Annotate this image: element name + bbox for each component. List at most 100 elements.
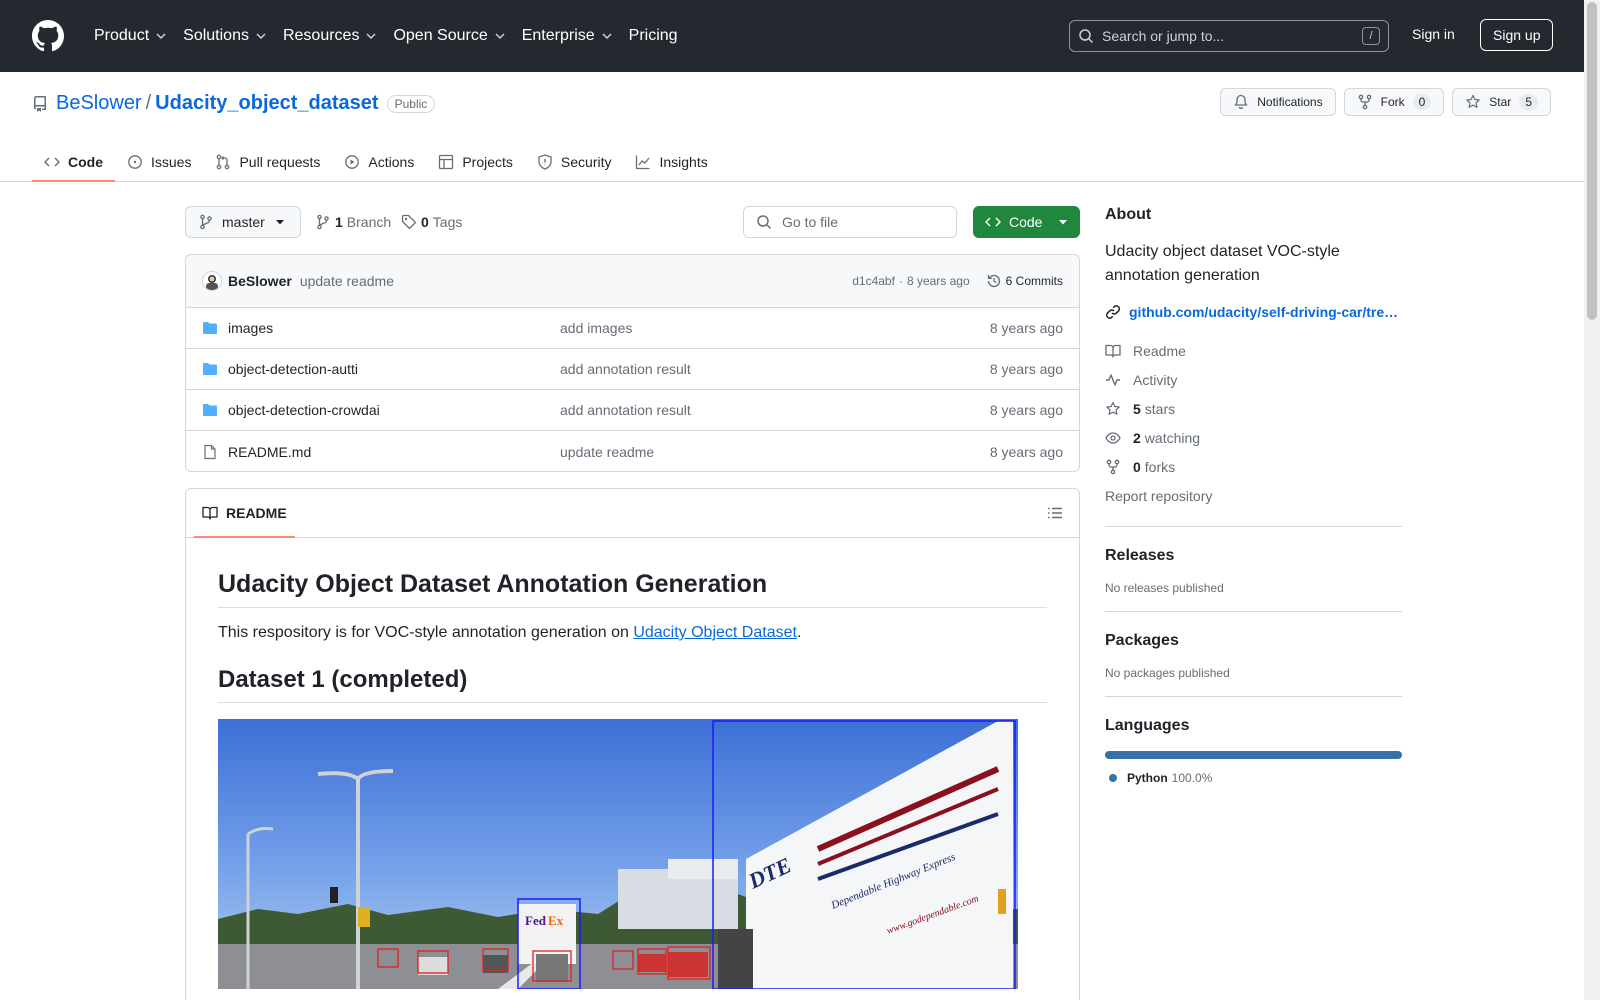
- table-row[interactable]: object-detection-crowdai add annotation r…: [186, 390, 1079, 431]
- sidebar-forks-link[interactable]: 0 forks: [1105, 452, 1402, 481]
- file-list: images add images 8 years ago object-detect…: [186, 308, 1079, 471]
- tab-projects[interactable]: Projects: [426, 142, 525, 182]
- language-name: Python: [1127, 771, 1168, 785]
- file-icon: [204, 444, 216, 459]
- repo-icon: [34, 95, 46, 112]
- udacity-dataset-link[interactable]: Udacity Object Dataset: [633, 624, 797, 641]
- bell-icon: [1234, 94, 1248, 110]
- branches-link[interactable]: 1 Branch: [315, 214, 391, 230]
- commit-meta-separator: ·: [898, 274, 903, 288]
- fork-label: Fork: [1380, 95, 1405, 109]
- notifications-button[interactable]: Notifications: [1220, 88, 1336, 116]
- repo-path-separator: /: [145, 92, 152, 114]
- folder-icon: [203, 322, 217, 334]
- commit-author-link[interactable]: BeSlower: [228, 273, 292, 289]
- fork-count: 0: [1412, 94, 1432, 110]
- nav-label: Pricing: [628, 27, 678, 44]
- nav-label: Solutions: [183, 27, 249, 44]
- code-icon: [44, 157, 60, 167]
- van-logo-fed: Fed: [525, 913, 547, 928]
- sidebar-activity-link[interactable]: Activity: [1105, 365, 1402, 394]
- commit-message-link[interactable]: update readme: [300, 273, 394, 289]
- commits-history-link[interactable]: 6 Commits: [986, 273, 1063, 289]
- repo-header: BeSlower / Udacity_object_dataset Public…: [0, 72, 1584, 182]
- table-row[interactable]: object-detection-autti add annotation res…: [186, 349, 1079, 390]
- table-row[interactable]: images add images 8 years ago: [186, 308, 1079, 349]
- homepage-link[interactable]: github.com/udacity/self-driving-car/tre…: [1105, 304, 1402, 320]
- repo-name-link[interactable]: Udacity_object_dataset: [155, 92, 378, 115]
- packages-title[interactable]: Packages: [1105, 632, 1402, 650]
- nav-open-source[interactable]: Open Source: [385, 20, 513, 52]
- latest-commit-bar: BeSlower update readme d1c4abf · 8 years…: [186, 255, 1079, 308]
- avatar[interactable]: [202, 271, 222, 291]
- report-repository-link[interactable]: Report repository: [1105, 481, 1402, 510]
- tab-insights[interactable]: Insights: [623, 142, 719, 182]
- issue-icon: [128, 155, 142, 169]
- tab-actions[interactable]: Actions: [332, 142, 426, 182]
- file-commit-time: 8 years ago: [989, 320, 1063, 336]
- tab-code[interactable]: Code: [32, 142, 115, 182]
- sidebar-watching-link[interactable]: 2 watching: [1105, 423, 1402, 452]
- tab-security[interactable]: Security: [525, 142, 624, 182]
- shield-icon: [538, 154, 552, 170]
- user-avatar-icon: [206, 275, 218, 290]
- tag-icon: [401, 214, 417, 230]
- language-item-python[interactable]: Python 100.0%: [1105, 771, 1402, 785]
- file-name-link[interactable]: object-detection-autti: [228, 361, 358, 377]
- go-to-file-placeholder: Go to file: [782, 214, 839, 230]
- nav-product[interactable]: Product: [86, 20, 175, 52]
- readme-tab[interactable]: README: [194, 489, 295, 538]
- tab-issues[interactable]: Issues: [115, 142, 203, 182]
- tab-label: Issues: [151, 154, 192, 170]
- nav-enterprise[interactable]: Enterprise: [514, 20, 621, 52]
- eye-icon: [1105, 431, 1121, 444]
- homepage-url: github.com/udacity/self-driving-car/tre…: [1129, 304, 1399, 320]
- commit-hash-link[interactable]: d1c4abf: [852, 274, 895, 288]
- sidebar-divider: [1105, 526, 1402, 527]
- file-commit-message-link[interactable]: add annotation result: [560, 402, 691, 418]
- caret-down-icon: [275, 220, 284, 225]
- branch-selector[interactable]: master: [185, 206, 301, 238]
- sidebar-divider: [1105, 611, 1402, 612]
- tags-link[interactable]: 0 Tags: [401, 214, 462, 230]
- file-name-link[interactable]: object-detection-crowdai: [228, 402, 380, 418]
- commits-count-label: 6 Commits: [1005, 274, 1063, 288]
- repo-owner-link[interactable]: BeSlower: [56, 92, 142, 115]
- nav-resources[interactable]: Resources: [275, 20, 385, 52]
- go-to-file-input[interactable]: Go to file: [743, 206, 957, 238]
- file-name-link[interactable]: README.md: [228, 444, 311, 460]
- street-scene-image: Fed Ex DTE Dependable Highway Express ww…: [218, 719, 1018, 989]
- sidebar-stars-link[interactable]: 5 stars: [1105, 394, 1402, 423]
- tab-label: Insights: [659, 154, 708, 170]
- nav-solutions[interactable]: Solutions: [175, 20, 275, 52]
- tab-label: Security: [560, 154, 612, 170]
- watching-count: 2: [1133, 429, 1141, 446]
- sidebar-readme-link[interactable]: Readme: [1105, 336, 1402, 365]
- table-row[interactable]: README.md update readme 8 years ago: [186, 431, 1079, 471]
- releases-title[interactable]: Releases: [1105, 547, 1402, 565]
- fork-button[interactable]: Fork 0: [1343, 88, 1445, 116]
- sign-up-button[interactable]: Sign up: [1480, 19, 1554, 51]
- van-logo-ex: Ex: [548, 913, 564, 928]
- outline-list-icon[interactable]: [1047, 505, 1063, 521]
- global-search-input[interactable]: Search or jump to... /: [1069, 20, 1389, 52]
- readme-header: README: [186, 489, 1079, 538]
- code-dropdown-button[interactable]: Code: [973, 206, 1080, 238]
- languages-title: Languages: [1105, 717, 1190, 734]
- file-name-link[interactable]: images: [228, 320, 273, 336]
- tab-pull-requests[interactable]: Pull requests: [203, 142, 332, 182]
- github-logo-icon[interactable]: [32, 20, 64, 52]
- sign-in-link[interactable]: Sign in: [1412, 26, 1455, 42]
- branch-count: 1: [335, 214, 343, 230]
- nav-pricing[interactable]: Pricing: [621, 20, 686, 52]
- file-commit-message-link[interactable]: add images: [560, 320, 632, 336]
- tab-label: Actions: [368, 154, 415, 170]
- file-commit-message-link[interactable]: update readme: [560, 444, 654, 460]
- code-button-label: Code: [1009, 214, 1043, 230]
- tab-label: Code: [68, 154, 103, 170]
- star-button[interactable]: Star 5: [1452, 88, 1551, 116]
- file-commit-message-link[interactable]: add annotation result: [560, 361, 691, 377]
- readme-paragraph: This respository is for VOC-style annota…: [218, 624, 1047, 642]
- page-scrollbar-thumb[interactable]: [1587, 2, 1597, 320]
- readme-label: Readme: [1133, 342, 1186, 359]
